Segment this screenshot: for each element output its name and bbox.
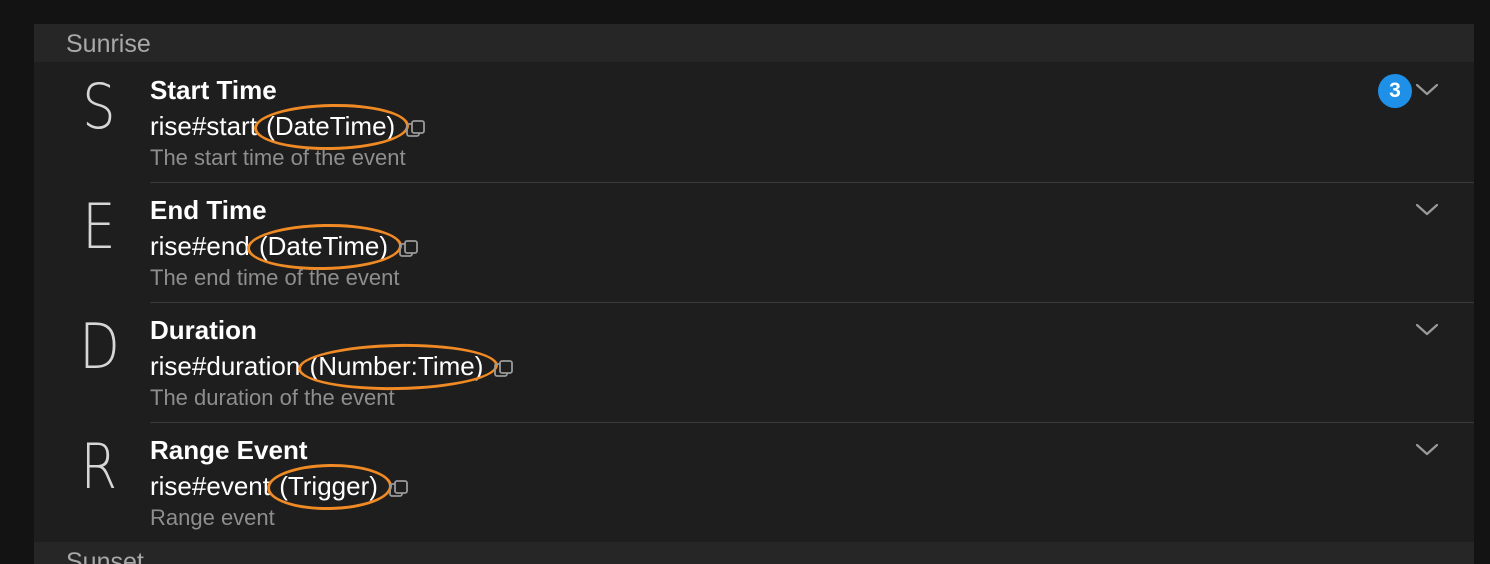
channel-title: Start Time: [150, 75, 277, 105]
channel-id: rise#duration: [150, 351, 301, 381]
copy-icon[interactable]: [493, 355, 515, 378]
channel-id: rise#event: [150, 471, 270, 501]
channel-letter-icon: S: [82, 70, 115, 143]
channel-id-line: rise#start (DateTime): [150, 110, 427, 142]
section-header-sunset: Sunset: [34, 542, 1474, 564]
channel-type: (Trigger): [279, 471, 378, 501]
channel-id: rise#start: [150, 111, 257, 141]
divider: [150, 422, 1474, 423]
channel-item-range-event[interactable]: R Range Event rise#event (Trigger) Range…: [34, 422, 1474, 542]
divider: [150, 302, 1474, 303]
link-count-badge: 3: [1378, 74, 1412, 108]
section-header-sunrise: Sunrise: [34, 24, 1474, 62]
copy-icon[interactable]: [405, 115, 427, 138]
copy-icon[interactable]: [388, 475, 410, 498]
channel-item-start-time[interactable]: S Start Time rise#start (DateTime) The s…: [34, 62, 1474, 182]
copy-icon[interactable]: [398, 235, 420, 258]
channel-title: Duration: [150, 315, 257, 345]
channel-title: End Time: [150, 195, 267, 225]
channel-list-panel: Sunrise S Start Time rise#start (DateTim…: [34, 24, 1474, 564]
channel-letter-icon: R: [80, 430, 118, 503]
chevron-down-icon[interactable]: [1414, 80, 1440, 98]
chevron-down-icon[interactable]: [1414, 440, 1440, 458]
channel-item-end-time[interactable]: E End Time rise#end (DateTime) The end t…: [34, 182, 1474, 302]
chevron-down-icon[interactable]: [1414, 320, 1440, 338]
channel-item-duration[interactable]: D Duration rise#duration (Number:Time) T…: [34, 302, 1474, 422]
channel-id-line: rise#event (Trigger): [150, 470, 410, 502]
channel-description: The start time of the event: [150, 145, 406, 170]
chevron-down-icon[interactable]: [1414, 200, 1440, 218]
channel-description: The duration of the event: [150, 385, 395, 410]
divider: [150, 182, 1474, 183]
channel-letter-icon: E: [82, 190, 115, 263]
channel-id-line: rise#duration (Number:Time): [150, 350, 515, 382]
channel-description: Range event: [150, 505, 275, 530]
channel-id: rise#end: [150, 231, 250, 261]
channel-id-line: rise#end (DateTime): [150, 230, 420, 262]
channel-letter-icon: D: [79, 310, 120, 383]
channel-type: (DateTime): [258, 231, 389, 261]
channel-type: (DateTime): [266, 111, 396, 141]
channel-description: The end time of the event: [150, 265, 400, 290]
channel-type: (Number:Time): [309, 351, 484, 381]
channel-title: Range Event: [150, 435, 308, 465]
